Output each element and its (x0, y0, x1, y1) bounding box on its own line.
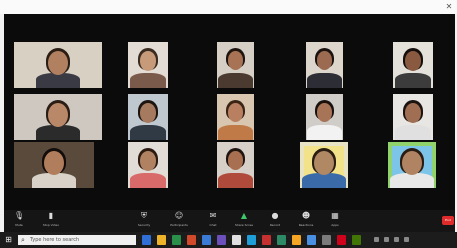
participants-icon: ☺ (174, 211, 184, 220)
system-tray (372, 236, 432, 244)
battery-icon[interactable] (394, 237, 399, 242)
video-button[interactable]: ▮ Stop Video (42, 210, 60, 230)
participant-video-tile[interactable] (393, 94, 433, 140)
participant-video-tile[interactable] (393, 42, 433, 88)
participant-video-tile[interactable] (217, 42, 254, 88)
participant-video-tile[interactable] (217, 142, 254, 188)
apps-label: Apps (331, 223, 339, 227)
chat-icon: ✉ (209, 211, 217, 220)
taskbar-app-icon[interactable] (142, 235, 151, 245)
taskbar-app-icon[interactable] (352, 235, 361, 245)
participant-body (302, 173, 346, 188)
meeting-window: 🎙 Mute ▮ Stop Video ⛨ Security ☺ Partici… (4, 14, 455, 232)
participants-label: Participants (170, 223, 188, 227)
meeting-controls: 🎙 Mute ▮ Stop Video ⛨ Security ☺ Partici… (4, 210, 455, 232)
mute-label: Mute (15, 223, 23, 227)
close-icon[interactable]: ✕ (444, 1, 454, 12)
participant-face (227, 103, 244, 122)
security-label: Security (137, 223, 151, 227)
participant-body (36, 73, 80, 88)
chat-button[interactable]: ✉ Chat (204, 210, 222, 230)
taskbar: ⊞ ⌕ Type here to search (0, 232, 457, 248)
participant-body (307, 73, 342, 88)
taskbar-search-box[interactable]: ⌕ Type here to search (18, 235, 136, 245)
language-icon[interactable] (404, 237, 409, 242)
taskbar-app-icon[interactable] (262, 235, 271, 245)
participant-face (316, 103, 333, 122)
share-screen-icon: ▲ (240, 211, 248, 220)
taskbar-app-icon[interactable] (172, 235, 181, 245)
participant-body (129, 125, 167, 140)
participant-body (394, 73, 432, 88)
shield-icon: ⛨ (141, 211, 147, 220)
participant-video-tile[interactable] (14, 142, 94, 188)
participant-video-tile[interactable] (306, 42, 343, 88)
search-icon: ⌕ (21, 236, 25, 244)
reactions-button[interactable]: ☻ Reactions (297, 210, 315, 230)
apps-icon: ▦ (331, 211, 339, 220)
share-screen-label: Share Screen (235, 223, 253, 227)
video-camera-icon: ▮ (48, 211, 54, 220)
taskbar-app-icon[interactable] (202, 235, 211, 245)
windows-start-icon[interactable]: ⊞ (4, 235, 13, 245)
taskbar-app-icon[interactable] (322, 235, 331, 245)
participant-body (36, 125, 80, 140)
participant-body (129, 73, 167, 88)
participant-video-tile[interactable] (217, 94, 254, 140)
participants-button[interactable]: ☺ Participants (170, 210, 188, 230)
participant-video-tile[interactable] (306, 94, 343, 140)
participant-body (394, 125, 432, 140)
taskbar-app-icon[interactable] (277, 235, 286, 245)
taskbar-app-icon[interactable] (337, 235, 346, 245)
participant-body (307, 125, 342, 140)
participant-body (218, 125, 253, 140)
taskbar-app-icon[interactable] (307, 235, 316, 245)
taskbar-app-icon[interactable] (217, 235, 226, 245)
participant-video-tile[interactable] (128, 94, 168, 140)
taskbar-app-icon[interactable] (232, 235, 241, 245)
mute-button[interactable]: 🎙 Mute (10, 210, 28, 230)
video-label: Stop Video (42, 223, 60, 227)
microphone-icon: 🎙 (14, 211, 25, 220)
participant-body (218, 73, 253, 88)
security-button[interactable]: ⛨ Security (135, 210, 153, 230)
record-button[interactable]: ● Record (266, 210, 284, 230)
search-placeholder: Type here to search (30, 237, 80, 243)
record-icon: ● (271, 211, 279, 220)
network-icon[interactable] (374, 237, 379, 242)
participant-face (227, 151, 244, 170)
participant-video-tile[interactable] (128, 42, 168, 88)
window-title-bar: ✕ (0, 0, 457, 14)
participant-video-tile[interactable] (14, 94, 102, 140)
taskbar-app-icon[interactable] (247, 235, 256, 245)
apps-button[interactable]: ▦ Apps (326, 210, 344, 230)
participant-video-tile[interactable] (300, 142, 348, 188)
participant-body (390, 173, 434, 188)
taskbar-app-icon[interactable] (187, 235, 196, 245)
participant-face (316, 51, 333, 70)
taskbar-app-icon[interactable] (157, 235, 166, 245)
end-meeting-button[interactable]: End (442, 216, 454, 225)
taskbar-app-icon[interactable] (292, 235, 301, 245)
participant-video-tile[interactable] (388, 142, 436, 188)
participant-video-tile[interactable] (128, 142, 168, 188)
reactions-label: Reactions (298, 223, 314, 227)
participant-face (227, 51, 244, 70)
participant-video-tile[interactable] (14, 42, 102, 88)
participant-body (218, 173, 253, 188)
chat-label: Chat (209, 223, 217, 227)
participant-body (32, 173, 76, 188)
share-screen-button[interactable]: ▲ Share Screen (235, 210, 253, 230)
participant-body (129, 173, 167, 188)
reactions-icon: ☻ (301, 211, 311, 220)
record-label: Record (269, 223, 281, 227)
volume-icon[interactable] (384, 237, 389, 242)
